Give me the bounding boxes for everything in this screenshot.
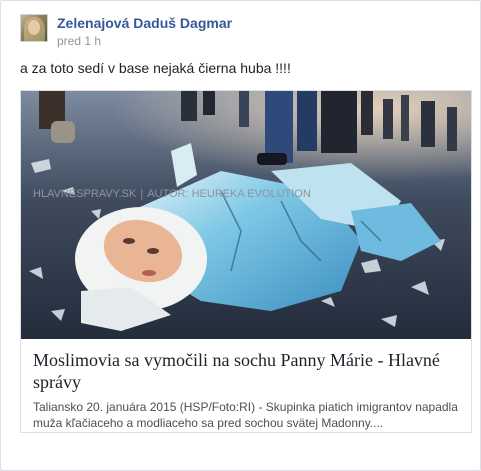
post-timestamp[interactable]: pred 1 h	[57, 34, 101, 48]
link-domain: HLAVNESPRAVY.SK	[33, 188, 137, 200]
post-message: a za toto sedí v base nejaká čierna huba…	[20, 60, 291, 76]
link-preview-body[interactable]: Moslimovia sa vymočili na sochu Panny Má…	[21, 339, 471, 432]
link-meta: HLAVNESPRAVY.SK | AUTOR: HEUREKA EVOLUTION	[33, 188, 311, 200]
feed-post: Zelenajová Daduš Dagmar pred 1 h a za to…	[0, 0, 481, 471]
link-author: AUTOR: HEUREKA EVOLUTION	[147, 188, 311, 200]
avatar-face	[28, 20, 40, 35]
author-name-link[interactable]: Zelenajová Daduš Dagmar	[57, 15, 232, 31]
link-preview-card[interactable]: Moslimovia sa vymočili na sochu Panny Má…	[20, 90, 472, 433]
link-description: Taliansko 20. januára 2015 (HSP/Foto:RI)…	[33, 400, 458, 430]
author-avatar[interactable]	[20, 14, 48, 42]
meta-separator: |	[140, 188, 144, 200]
link-preview-image[interactable]	[21, 91, 471, 339]
link-title[interactable]: Moslimovia sa vymočili na sochu Panny Má…	[33, 349, 463, 393]
